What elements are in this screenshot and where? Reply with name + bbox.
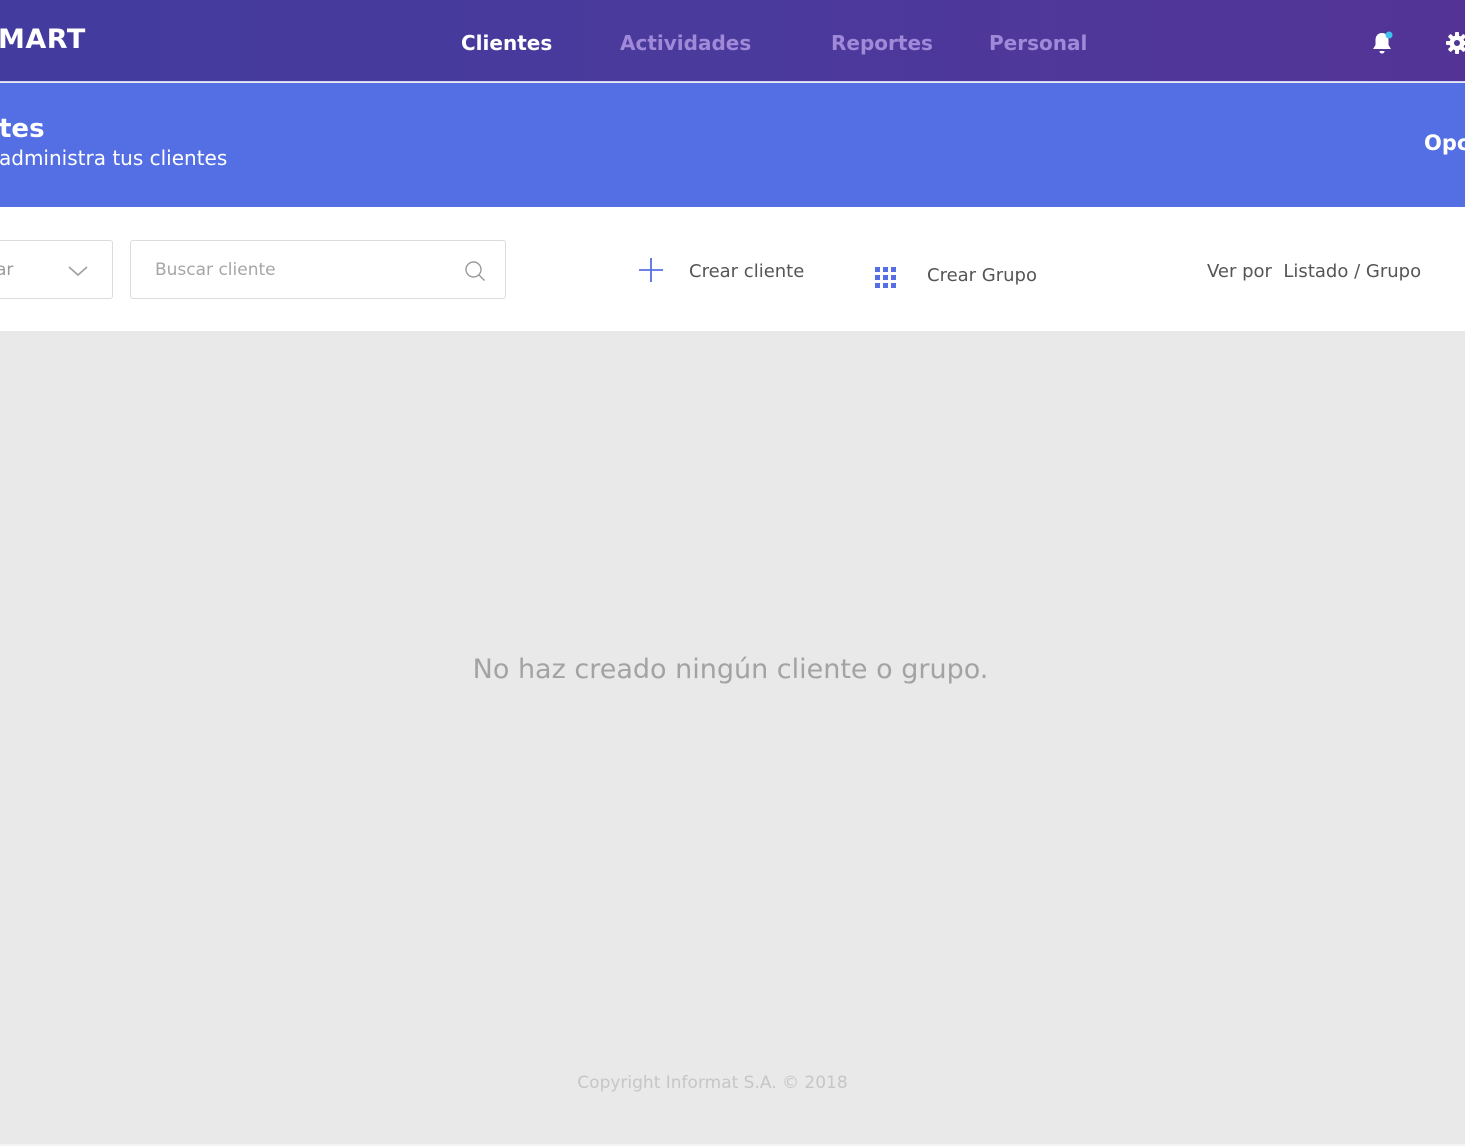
search-input[interactable]	[155, 257, 455, 283]
app-logo[interactable]: MART	[0, 24, 86, 55]
page-header: tes administra tus clientes Opc	[0, 83, 1465, 207]
copyright-text: Copyright Informat S.A. © 2018	[577, 1073, 848, 1093]
plus-icon	[638, 257, 664, 283]
top-navigation-bar: MART Clientes Actividades Reportes Perso…	[0, 0, 1465, 82]
view-by-toggle: Ver por Listado / Grupo	[1207, 261, 1421, 282]
tab-reportes[interactable]: Reportes	[831, 31, 933, 55]
options-button[interactable]: Opc	[1424, 131, 1465, 155]
view-separator: /	[1354, 261, 1361, 282]
view-by-label: Ver por	[1207, 261, 1272, 282]
toolbar: rar Crear cliente	[0, 207, 1465, 331]
create-client-label: Crear cliente	[689, 261, 805, 282]
grid-icon	[875, 267, 896, 288]
view-option-list[interactable]: Listado	[1283, 261, 1348, 282]
tab-actividades[interactable]: Actividades	[620, 31, 751, 55]
create-group-label: Crear Grupo	[927, 265, 1037, 286]
page-subtitle: administra tus clientes	[0, 146, 228, 170]
page-title: tes	[0, 114, 45, 144]
footer-copyright: Copyright Informat S.A. © 2018	[0, 1073, 1425, 1093]
gear-icon[interactable]	[1445, 31, 1465, 55]
search-icon[interactable]	[464, 260, 486, 282]
filter-dropdown[interactable]: rar	[0, 240, 113, 299]
chevron-down-icon	[67, 263, 89, 277]
tab-clientes[interactable]: Clientes	[461, 31, 552, 55]
bell-icon[interactable]	[1370, 30, 1394, 56]
notification-dot	[1385, 31, 1393, 39]
tab-personal[interactable]: Personal	[989, 31, 1087, 55]
view-option-group[interactable]: Grupo	[1366, 261, 1421, 282]
filter-selected-value: rar	[0, 260, 14, 280]
empty-state-text: No haz creado ningún cliente o grupo.	[472, 654, 989, 685]
empty-state-message: No haz creado ningún cliente o grupo.	[0, 654, 1465, 685]
search-box	[130, 240, 506, 299]
